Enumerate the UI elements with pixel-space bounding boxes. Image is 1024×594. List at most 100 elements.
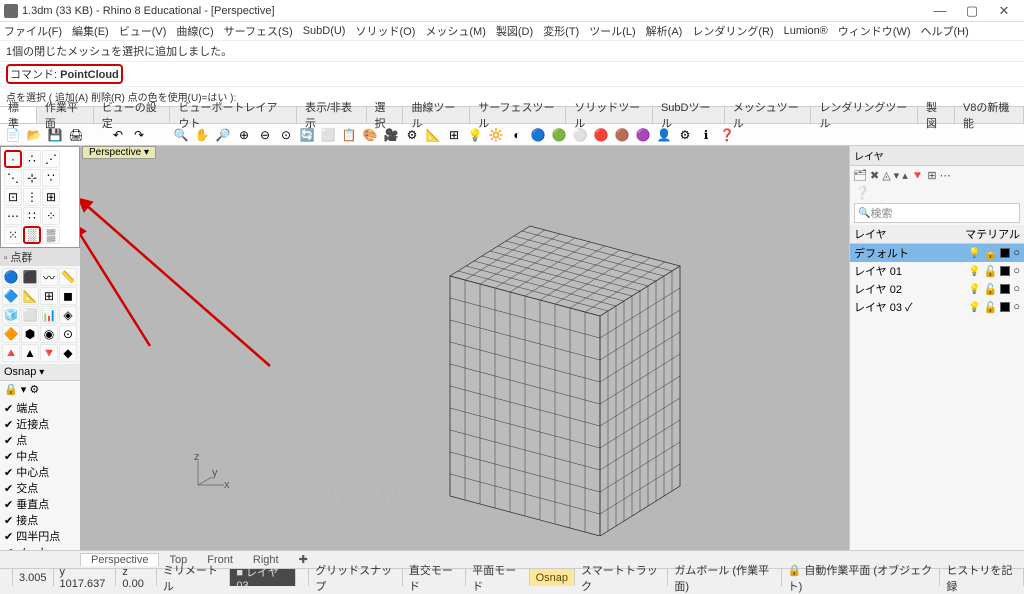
status-toggle[interactable]: グリッドスナップ <box>309 569 403 586</box>
toolbar-button[interactable]: ↶ <box>109 126 127 144</box>
toolbar-tab[interactable]: ソリッドツール <box>566 107 653 123</box>
layer-tool-icon[interactable]: ✖ <box>870 169 879 182</box>
toolbar-button[interactable]: 🎨 <box>361 126 379 144</box>
status-toggle[interactable]: Osnap <box>530 569 575 586</box>
point-tool-button[interactable]: ⋱ <box>4 169 22 187</box>
toolbar-button[interactable]: ❓ <box>718 126 736 144</box>
toolbar-button[interactable]: 🟢 <box>550 126 568 144</box>
command-line[interactable]: コマンド: PointCloud <box>0 61 1024 86</box>
tool-button[interactable]: 📐 <box>21 287 39 305</box>
toolbar-tab[interactable]: ビューポートレイアウト <box>170 107 297 123</box>
viewport-tab[interactable]: ✚ <box>289 553 318 566</box>
point-tool-button[interactable]: ⋰ <box>42 150 60 168</box>
toolbar-button[interactable] <box>88 126 106 144</box>
toolbar-button[interactable]: ⊖ <box>256 126 274 144</box>
viewport-tab[interactable]: Top <box>159 554 197 566</box>
menu-item[interactable]: 解析(A) <box>646 23 683 39</box>
status-toggle[interactable]: ヒストリを記録 <box>940 569 1024 586</box>
point-tool-button[interactable]: ▒ <box>42 226 60 244</box>
menu-item[interactable]: 製図(D) <box>496 23 533 39</box>
tool-button[interactable]: ▲ <box>21 344 39 362</box>
toolbar-button[interactable]: ⊙ <box>277 126 295 144</box>
maximize-button[interactable]: ▢ <box>956 3 988 19</box>
toolbar-button[interactable]: ⚪ <box>571 126 589 144</box>
toolbar-button[interactable]: ℹ <box>697 126 715 144</box>
menu-item[interactable]: サーフェス(S) <box>224 23 293 39</box>
toolbar-button[interactable]: 🔍 <box>172 126 190 144</box>
osnap-header[interactable]: Osnap ▾ <box>0 364 80 381</box>
layer-tool-icon[interactable]: ▴ <box>902 169 908 182</box>
view-icon[interactable]: ⊞ <box>927 169 936 182</box>
point-tool-button[interactable]: ∴ <box>23 150 41 168</box>
menu-item[interactable]: ウィンドウ(W) <box>838 23 911 39</box>
menu-item[interactable]: SubD(U) <box>303 25 346 37</box>
toolbar-button[interactable]: 💡 <box>466 126 484 144</box>
layer-tool-icon[interactable]: ◬ <box>882 169 890 182</box>
tool-button[interactable]: 🔺 <box>2 344 20 362</box>
tool-button[interactable]: ◆ <box>59 344 77 362</box>
toolbar-button[interactable]: 🟣 <box>634 126 652 144</box>
point-tool-button[interactable]: ⊞ <box>42 188 60 206</box>
layer-tool-icon[interactable]: 🗂 <box>853 169 867 182</box>
tool-button[interactable]: ◈ <box>59 306 77 324</box>
status-toggle[interactable]: ガムボール (作業平面) <box>668 569 781 586</box>
status-toggle[interactable]: 🔒 自動作業平面 (オブジェクト) <box>782 569 941 586</box>
viewport[interactable]: Perspective ▾ z x y <box>80 146 849 550</box>
tool-button[interactable]: ⬢ <box>21 325 39 343</box>
toolbar-button[interactable]: ⚙ <box>403 126 421 144</box>
toolbar-tab[interactable]: ビューの設定 <box>94 107 171 123</box>
toolbar-button[interactable]: ⊞ <box>445 126 463 144</box>
toolbar-button[interactable]: ◐ <box>508 126 526 144</box>
point-tool-button[interactable]: ∷ <box>23 207 41 225</box>
layer-search[interactable]: 🔍 検索 <box>854 203 1020 223</box>
layers-panel-header[interactable]: レイヤ <box>850 146 1024 166</box>
point-tool-button[interactable]: ░ <box>23 226 41 244</box>
osnap-option[interactable]: ✔ 中心点 <box>2 464 78 480</box>
tool-button[interactable]: 🧊 <box>2 306 20 324</box>
toolbar-button[interactable]: ↷ <box>130 126 148 144</box>
toolbar-button[interactable]: 👤 <box>655 126 673 144</box>
tool-button[interactable]: 🔷 <box>2 287 20 305</box>
osnap-option[interactable]: ✔ 交点 <box>2 480 78 496</box>
layer-row[interactable]: レイヤ 03 ✓💡🔓○ <box>850 298 1024 316</box>
help-icon[interactable]: ❔ <box>850 185 1024 201</box>
status-toggle[interactable]: スマートトラック <box>575 569 668 586</box>
tool-button[interactable]: ◼ <box>59 287 77 305</box>
viewport-tab[interactable]: Right <box>243 554 289 566</box>
menu-item[interactable]: 曲線(C) <box>176 23 213 39</box>
osnap-option[interactable]: ✔ 中点 <box>2 448 78 464</box>
osnap-option[interactable]: ✔ 垂直点 <box>2 496 78 512</box>
point-tool-button[interactable]: ⊡ <box>4 188 22 206</box>
minimize-button[interactable]: — <box>924 3 956 18</box>
toolbar-tab[interactable]: SubDツール <box>653 107 725 123</box>
osnap-option[interactable]: ✔ 接点 <box>2 512 78 528</box>
toolbar-button[interactable]: 🔵 <box>529 126 547 144</box>
toolbar-button[interactable]: ✋ <box>193 126 211 144</box>
osnap-option[interactable]: ✔ ノット <box>2 544 78 550</box>
toolbar-button[interactable]: ⚙ <box>676 126 694 144</box>
menu-item[interactable]: 変形(T) <box>543 23 579 39</box>
menu-item[interactable]: ファイル(F) <box>4 23 62 39</box>
point-tool-button[interactable]: ∵ <box>42 169 60 187</box>
viewport-label[interactable]: Perspective ▾ <box>82 146 156 159</box>
osnap-option[interactable]: ✔ 近接点 <box>2 416 78 432</box>
menu-item[interactable]: ツール(L) <box>589 23 635 39</box>
point-tool-button[interactable]: · <box>4 150 22 168</box>
menu-item[interactable]: ヘルプ(H) <box>921 23 969 39</box>
menu-item[interactable]: ビュー(V) <box>119 23 167 39</box>
osnap-option[interactable]: ✔ 点 <box>2 432 78 448</box>
menu-item[interactable]: 編集(E) <box>72 23 109 39</box>
layer-row[interactable]: レイヤ 01💡🔓○ <box>850 262 1024 280</box>
menu-item[interactable]: Lumion® <box>784 25 828 37</box>
tool-button[interactable]: ⬛ <box>21 268 39 286</box>
point-tool-button[interactable]: ⊹ <box>23 169 41 187</box>
toolbar-tab[interactable]: 作業平面 <box>37 107 94 123</box>
osnap-option[interactable]: ✔ 端点 <box>2 400 78 416</box>
point-tool-button[interactable]: ⁙ <box>4 226 22 244</box>
status-toggle[interactable]: 平面モード <box>466 569 529 586</box>
toolbar-button[interactable]: 🎥 <box>382 126 400 144</box>
toolbar-tab[interactable]: 製図 <box>918 107 955 123</box>
toolbar-tab[interactable]: メッシュツール <box>725 107 812 123</box>
tool-button[interactable]: ◉ <box>40 325 58 343</box>
toolbar-tab[interactable]: 表示/非表示 <box>297 107 367 123</box>
